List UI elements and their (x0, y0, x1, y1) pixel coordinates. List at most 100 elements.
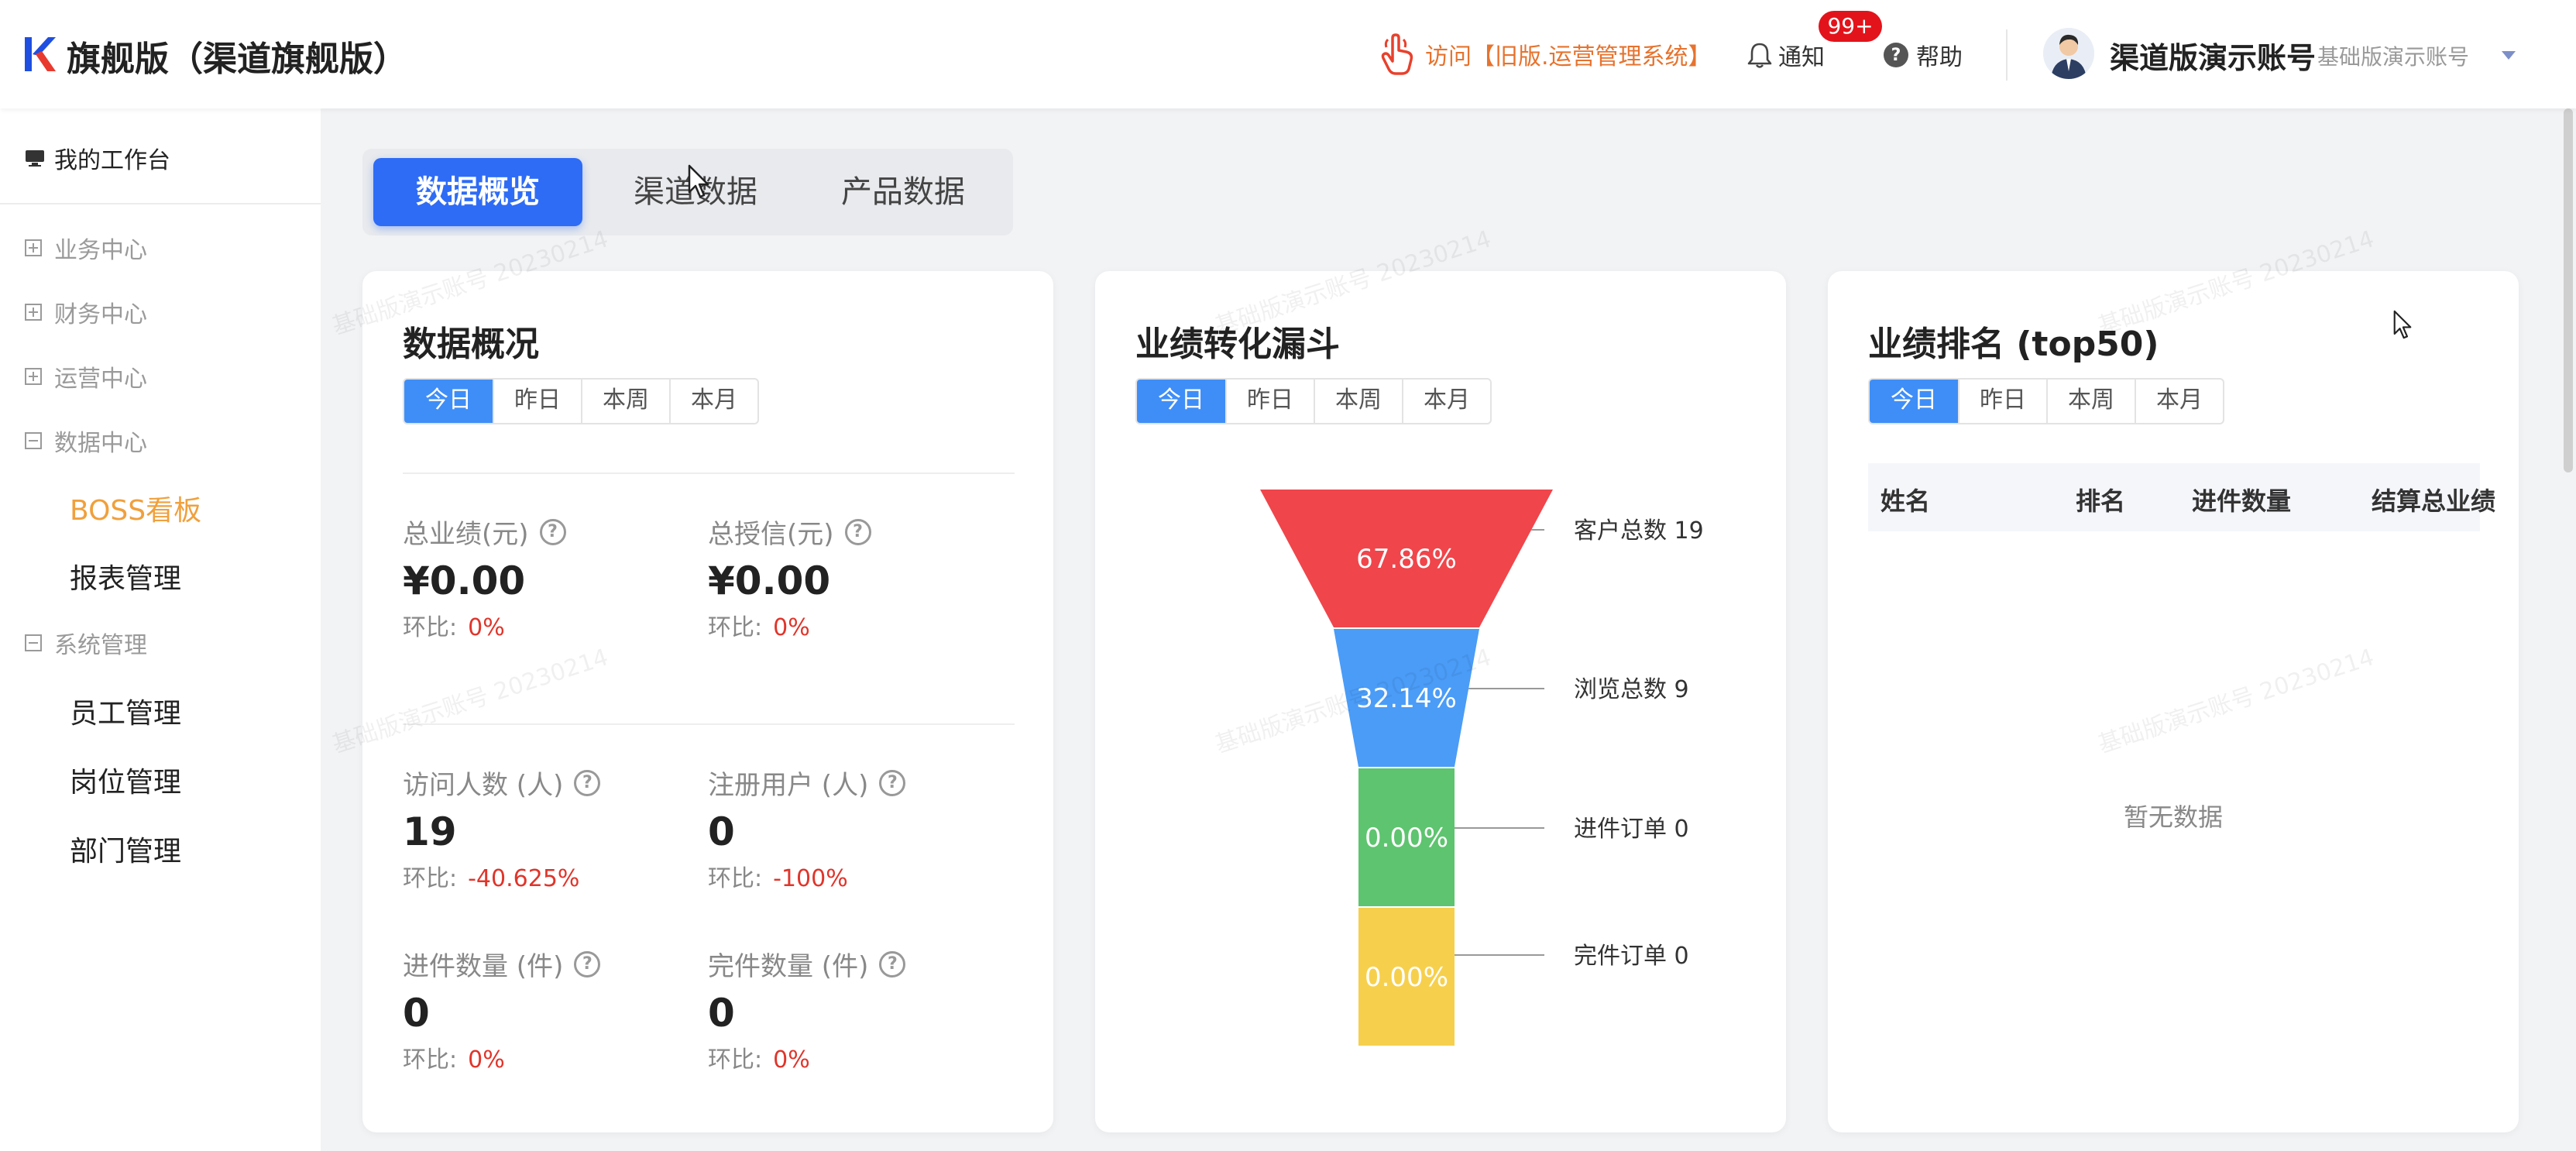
sidebar-group-label: 业务中心 (54, 237, 147, 264)
sidebar-item-workbench[interactable]: 我的工作台 (25, 141, 170, 175)
avatar[interactable] (2043, 28, 2094, 79)
page-scrollbar[interactable] (2564, 108, 2573, 472)
funnel-stage-label: 完件订单 0 (1574, 943, 1689, 970)
period-today[interactable]: 今日 (1870, 380, 1958, 423)
overview-title: 数据概况 (403, 325, 539, 364)
ratio-value: 0% (773, 1046, 810, 1074)
metric-label: 完件数量 (件) (708, 951, 869, 982)
metric-value: 0 (403, 991, 430, 1036)
metric-total-credit: 总授信(元)? ¥0.00 环比: 0% (708, 513, 987, 642)
overview-card: 数据概况 今日 昨日 本周 本月 总业绩(元)? ¥0.00 环比: 0% 总授信… (362, 271, 1053, 1132)
collapse-minus-icon (25, 634, 42, 651)
user-name: 渠道版演示账号 (2110, 41, 2317, 75)
help-icon[interactable]: ? (574, 769, 601, 796)
tab-data-overview[interactable]: 数据概览 (373, 158, 582, 226)
period-yesterday[interactable]: 昨日 (493, 380, 581, 423)
column-header-settlement[interactable]: 结算总业绩 (2372, 482, 2495, 517)
overview-period-selector: 今日 昨日 本周 本月 (403, 378, 759, 424)
monitor-icon (26, 150, 44, 167)
funnel-stage-label: 进件订单 0 (1574, 816, 1689, 843)
sidebar-group-data[interactable]: 数据中心 (25, 424, 147, 458)
logo-k-icon (25, 37, 56, 71)
ratio-label: 环比: (403, 865, 458, 892)
app-title: 旗舰版（渠道旗舰版） (67, 40, 407, 79)
expand-plus-icon (25, 368, 42, 385)
visit-link-label: 访问【旧版.运营管理系统】 (1425, 43, 1712, 70)
period-this-week[interactable]: 本周 (581, 380, 669, 423)
ratio-value: -40.625% (468, 865, 580, 892)
sidebar-group-operations[interactable]: 运营中心 (25, 359, 147, 393)
sidebar-item-positions[interactable]: 岗位管理 (70, 760, 181, 800)
sidebar: 我的工作台 业务中心 财务中心 运营中心 数据中心 BOSS看板 报表管理 系统… (0, 108, 321, 1151)
metric-value: ¥0.00 (708, 558, 831, 603)
sidebar-group-business[interactable]: 业务中心 (25, 231, 147, 265)
period-yesterday[interactable]: 昨日 (1958, 380, 2046, 423)
notification-badge: 99+ (1819, 11, 1882, 42)
notification-button[interactable]: 通知 (1747, 36, 1825, 74)
column-header-rank[interactable]: 排名 (2076, 482, 2125, 517)
collapse-minus-icon (25, 432, 42, 449)
mouse-cursor-icon (688, 164, 709, 198)
period-this-week[interactable]: 本周 (2046, 380, 2135, 423)
help-label: 帮助 (1916, 44, 1963, 71)
ratio-value: 0% (468, 614, 505, 641)
sidebar-group-label: 数据中心 (54, 430, 147, 457)
column-header-name[interactable]: 姓名 (1880, 482, 1930, 517)
funnel-percent-label: 0.00% (1365, 823, 1448, 854)
help-icon[interactable]: ? (879, 950, 906, 977)
metric-value: 0 (708, 809, 735, 854)
notification-label: 通知 (1778, 44, 1825, 71)
sidebar-group-label: 财务中心 (54, 301, 147, 328)
ranking-card: 业绩排名 (top50) 今日 昨日 本周 本月 姓名 排名 进件数量 结算总业… (1828, 271, 2519, 1132)
funnel-percent-label: 67.86% (1356, 544, 1457, 575)
ratio-label: 环比: (708, 614, 763, 641)
sidebar-item-boss-board[interactable]: BOSS看板 (70, 488, 201, 528)
caret-down-icon[interactable] (2502, 51, 2516, 60)
sidebar-group-system[interactable]: 系统管理 (25, 626, 147, 660)
column-header-applications[interactable]: 进件数量 (2192, 482, 2291, 517)
funnel-stage-label: 浏览总数 9 (1574, 676, 1689, 703)
question-circle-icon: ? (1884, 43, 1908, 67)
metric-value: 19 (403, 809, 457, 854)
sidebar-divider (0, 203, 321, 204)
sidebar-item-staff[interactable]: 员工管理 (70, 691, 181, 731)
help-button[interactable]: ? 帮助 (1884, 36, 1963, 74)
funnel-stage-label: 客户总数 19 (1574, 517, 1704, 545)
visit-old-system-link[interactable]: 访问【旧版.运营管理系统】 (1380, 31, 1712, 77)
metric-visitors: 访问人数 (人)? 19 环比: -40.625% (403, 764, 682, 893)
hand-pointer-icon (1381, 33, 1413, 75)
overview-divider (403, 723, 1015, 725)
ratio-value: 0% (773, 614, 810, 641)
metric-label: 访问人数 (人) (403, 770, 564, 801)
ratio-label: 环比: (708, 1046, 763, 1074)
help-icon[interactable]: ? (844, 518, 871, 545)
metric-registered-users: 注册用户 (人)? 0 环比: -100% (708, 764, 987, 893)
metric-total-performance: 总业绩(元)? ¥0.00 环比: 0% (403, 513, 682, 642)
funnel-card: 业绩转化漏斗 今日 昨日 本周 本月 67.86% 客户总数 19 32.14% 浏览… (1095, 271, 1786, 1132)
metric-completed: 完件数量 (件)? 0 环比: 0% (708, 945, 987, 1074)
metric-label: 进件数量 (件) (403, 951, 564, 982)
help-icon[interactable]: ? (879, 769, 906, 796)
sidebar-group-label: 系统管理 (54, 632, 147, 659)
funnel-percent-label: 32.14% (1356, 683, 1457, 714)
expand-plus-icon (25, 304, 42, 321)
ranking-table-header: 姓名 排名 进件数量 结算总业绩 (1868, 463, 2495, 531)
period-this-month[interactable]: 本月 (2135, 380, 2223, 423)
header-divider (2006, 29, 2008, 81)
empty-state: 暂无数据 (2123, 802, 2223, 832)
tab-product-data[interactable]: 产品数据 (802, 158, 1004, 226)
sidebar-item-reports[interactable]: 报表管理 (70, 556, 181, 596)
sidebar-group-finance[interactable]: 财务中心 (25, 295, 147, 329)
sidebar-item-departments[interactable]: 部门管理 (70, 829, 181, 869)
period-today[interactable]: 今日 (404, 380, 493, 423)
help-icon[interactable]: ? (574, 950, 601, 977)
metric-applications: 进件数量 (件)? 0 环比: 0% (403, 945, 682, 1074)
metric-value: 0 (708, 991, 735, 1036)
funnel-chart: 67.86% 客户总数 19 32.14% 浏览总数 9 0.00% 进件订单 0 0.00… (1260, 490, 1704, 1046)
account-switcher[interactable]: 基础版演示账号 (2317, 40, 2469, 71)
help-icon[interactable]: ? (539, 518, 566, 545)
sidebar-workbench-label: 我的工作台 (54, 147, 170, 174)
period-this-month[interactable]: 本月 (669, 380, 757, 423)
metric-label: 总业绩(元) (403, 519, 529, 550)
bell-icon (1747, 43, 1772, 68)
